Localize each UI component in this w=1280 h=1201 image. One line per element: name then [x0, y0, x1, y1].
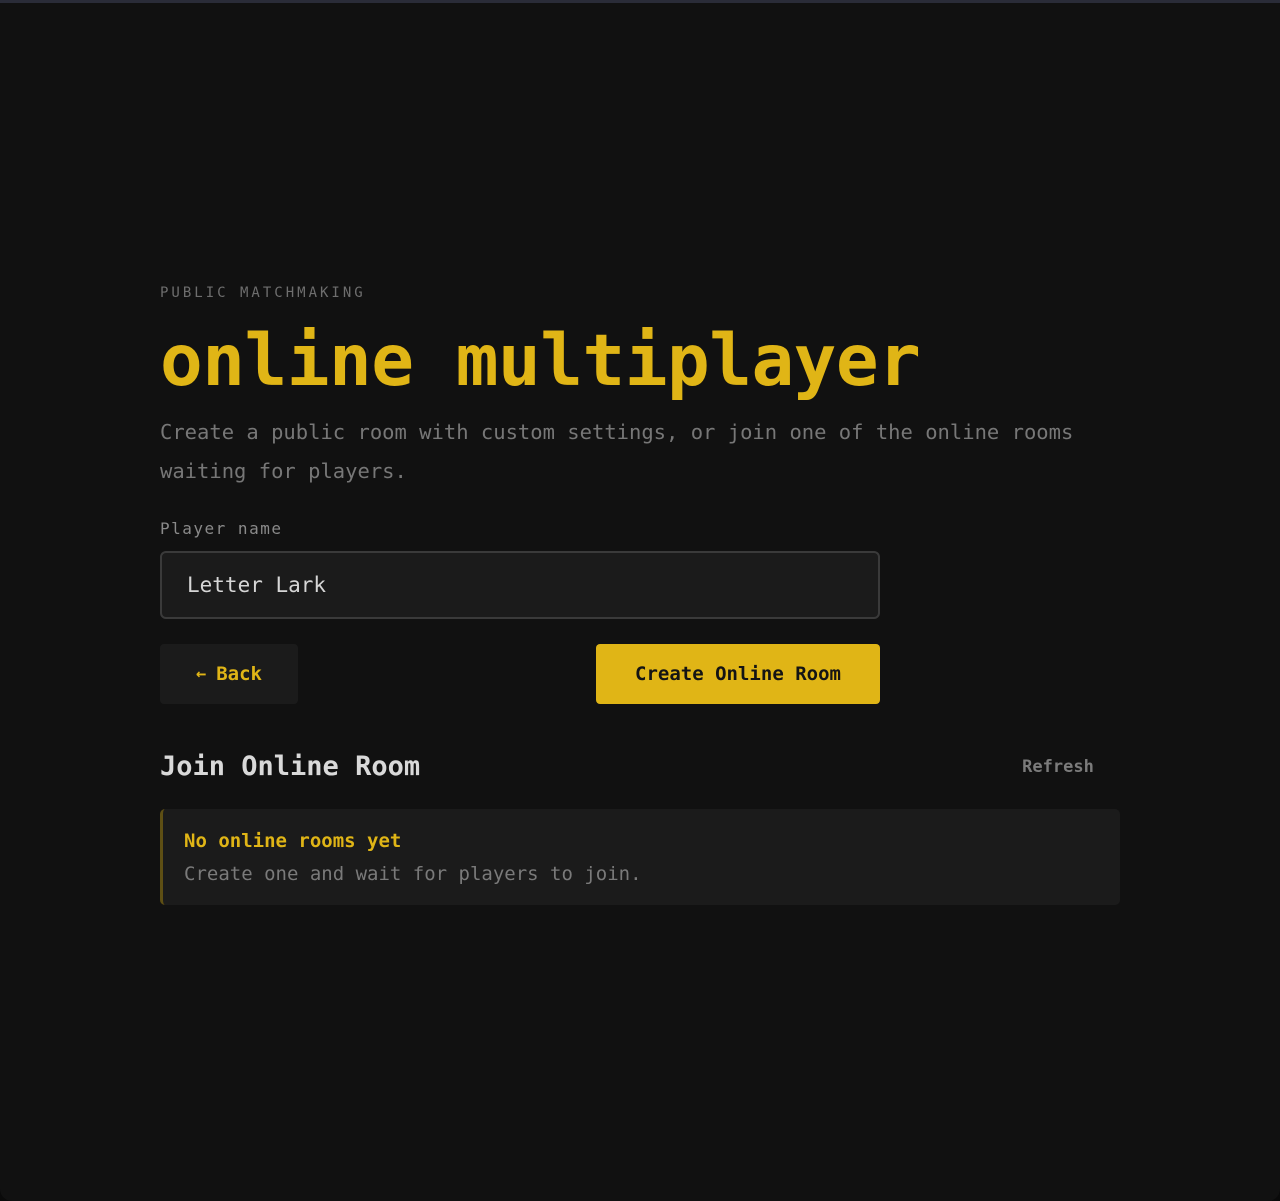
- app-window: PUBLIC MATCHMAKING online multiplayer Cr…: [0, 0, 1280, 1201]
- player-name-label: Player name: [160, 519, 283, 538]
- back-button-label: Back: [216, 663, 262, 685]
- eyebrow-label: PUBLIC MATCHMAKING: [160, 285, 366, 301]
- empty-rooms-notice: No online rooms yet Create one and wait …: [160, 809, 1120, 905]
- page-title: online multiplayer: [160, 319, 921, 402]
- empty-rooms-description: Create one and wait for players to join.: [184, 863, 642, 885]
- create-online-room-button[interactable]: Create Online Room: [596, 644, 880, 704]
- back-button[interactable]: ← Back: [160, 644, 298, 704]
- join-online-room-heading: Join Online Room: [160, 751, 421, 782]
- refresh-button[interactable]: Refresh: [1008, 753, 1108, 781]
- arrow-left-icon: ←: [195, 664, 207, 684]
- player-name-input[interactable]: [160, 551, 880, 619]
- page-subtitle: Create a public room with custom setting…: [160, 420, 1074, 483]
- empty-rooms-title: No online rooms yet: [184, 830, 402, 852]
